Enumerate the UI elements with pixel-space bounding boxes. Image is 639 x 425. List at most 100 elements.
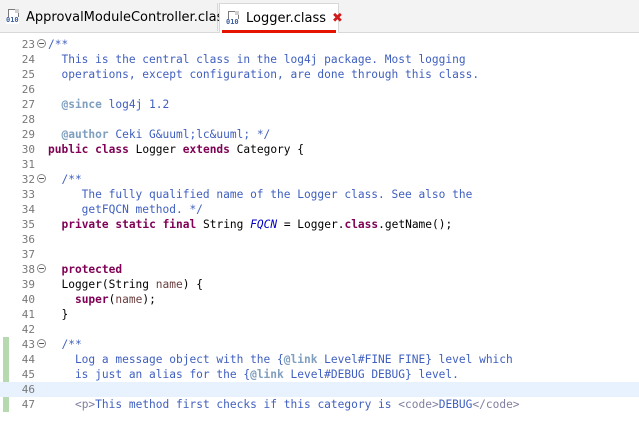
line-number: 32	[21, 173, 35, 186]
fold-toggle-icon[interactable]	[37, 339, 46, 348]
code-line[interactable]: 43 /**	[0, 337, 639, 352]
code-text: private static final String FQCN = Logge…	[48, 217, 452, 232]
code-text: }	[48, 307, 68, 322]
close-icon[interactable]: ✖	[332, 12, 343, 25]
editor-tab-bar: 010 ApprovalModuleController.class 010 L…	[0, 0, 639, 33]
line-number: 47	[21, 398, 35, 411]
code-text: operations, except configuration, are do…	[48, 67, 479, 82]
code-line[interactable]: 40 super(name);	[0, 292, 639, 307]
code-text: Log a message object with the {@link Lev…	[48, 352, 513, 367]
class-file-icon: 010	[226, 10, 242, 27]
code-token: <code>	[398, 398, 439, 411]
code-token: public	[48, 143, 89, 156]
code-line[interactable]: 29 @author Ceki G&uuml;lc&uuml; */	[0, 127, 639, 142]
line-number: 28	[21, 113, 35, 126]
code-line[interactable]: 46	[0, 382, 639, 397]
code-token: is just an alias for the {	[48, 368, 251, 381]
line-number: 35	[21, 218, 35, 231]
tab-label: ApprovalModuleController.class	[26, 9, 231, 25]
code-text: @since log4j 1.2	[48, 97, 169, 112]
code-token: FQCN	[250, 218, 278, 231]
code-token: final	[162, 218, 197, 231]
code-token: Logger	[128, 143, 183, 156]
code-line[interactable]: 42	[0, 322, 639, 337]
code-token: log4j 1.2	[101, 98, 170, 111]
code-text: is just an alias for the {@link Level#DE…	[48, 367, 459, 382]
code-line[interactable]: 39 Logger(String name) {	[0, 277, 639, 292]
code-token: operations, except configuration, are do…	[48, 68, 480, 81]
code-editor[interactable]: 23/** 24 This is the central class in the…	[0, 33, 639, 425]
line-number: 36	[21, 233, 35, 246]
code-line[interactable]: 47 <p>This method first checks if this c…	[0, 397, 639, 412]
code-token: );	[142, 293, 156, 306]
line-number: 26	[21, 83, 35, 96]
code-line[interactable]: 33 The fully qualified name of the Logge…	[0, 187, 639, 202]
line-number: 43	[21, 338, 35, 351]
line-number: 23	[21, 38, 35, 51]
line-number: 46	[21, 383, 35, 396]
code-line[interactable]: 26	[0, 82, 639, 97]
code-token: /**	[48, 173, 82, 186]
code-line[interactable]: 28	[0, 112, 639, 127]
code-token: /**	[48, 38, 69, 51]
code-text: getFQCN method. */	[48, 202, 203, 217]
code-token: class	[95, 143, 129, 156]
tab-label: Logger.class	[246, 11, 327, 26]
code-token: getFQCN method. */	[48, 203, 203, 216]
code-line[interactable]: 44 Log a message object with the {@link …	[0, 352, 639, 367]
code-line[interactable]: 25 operations, except configuration, are…	[0, 67, 639, 82]
code-line[interactable]: 41 }	[0, 307, 639, 322]
fold-toggle-icon[interactable]	[37, 264, 46, 273]
code-token: super	[74, 293, 109, 306]
code-token: Level#FINE FINE} level which	[317, 353, 513, 366]
code-token: .getName();	[378, 218, 453, 231]
code-text: This is the central class in the log4j p…	[48, 52, 465, 67]
code-line[interactable]: 38 protected	[0, 262, 639, 277]
code-line[interactable]: 30 public class Logger extends Category {	[0, 142, 639, 157]
code-text: <p>This method first checks if this cate…	[48, 397, 520, 412]
code-line[interactable]: 31	[0, 157, 639, 172]
line-number: 24	[21, 53, 35, 66]
fold-toggle-icon[interactable]	[37, 39, 46, 48]
code-line[interactable]: 35 private static final String FQCN = Lo…	[0, 217, 639, 232]
code-token: Ceki G&uuml;lc&uuml; */	[108, 128, 271, 141]
line-number: 30	[21, 143, 35, 156]
code-token: <p>	[74, 398, 96, 411]
fold-toggle-icon[interactable]	[37, 174, 46, 183]
line-number: 40	[21, 293, 35, 306]
tab-logger[interactable]: 010 Logger.class ✖	[219, 3, 343, 33]
code-token: </code>	[472, 398, 520, 411]
line-number: 25	[21, 68, 35, 81]
code-token: protected	[61, 263, 123, 276]
line-number: 41	[21, 308, 35, 321]
code-line[interactable]: 23 /**	[0, 37, 639, 52]
code-line[interactable]: 27 @since log4j 1.2	[0, 97, 639, 112]
code-line[interactable]: 32 /**	[0, 172, 639, 187]
code-line[interactable]: 34 getFQCN method. */	[0, 202, 639, 217]
code-token: ) {	[182, 278, 203, 291]
code-line[interactable]: 45 is just an alias for the {@link Level…	[0, 367, 639, 382]
code-token: Level#DEBUG DEBUG} level.	[283, 368, 459, 381]
code-token: DEBUG	[438, 398, 473, 411]
code-token: The fully qualified name of the Logger c…	[48, 188, 473, 201]
code-line[interactable]: 36	[0, 232, 639, 247]
code-token: This method first checks if this categor…	[95, 398, 399, 411]
line-number: 27	[21, 98, 35, 111]
tab-approval-module-controller[interactable]: 010 ApprovalModuleController.class	[0, 3, 230, 31]
line-number: 29	[21, 128, 35, 141]
code-line[interactable]: 37	[0, 247, 639, 262]
line-number: 34	[21, 203, 35, 216]
code-text: /**	[48, 172, 82, 187]
code-token: class	[344, 218, 379, 231]
code-token: Log a message object with the {	[48, 353, 284, 366]
code-token: = Logger.	[277, 218, 345, 231]
code-token: name	[115, 293, 143, 306]
code-token: @link	[250, 368, 284, 381]
code-line[interactable]: 24 This is the central class in the log4…	[0, 52, 639, 67]
code-token: static	[115, 218, 156, 231]
line-number: 39	[21, 278, 35, 291]
